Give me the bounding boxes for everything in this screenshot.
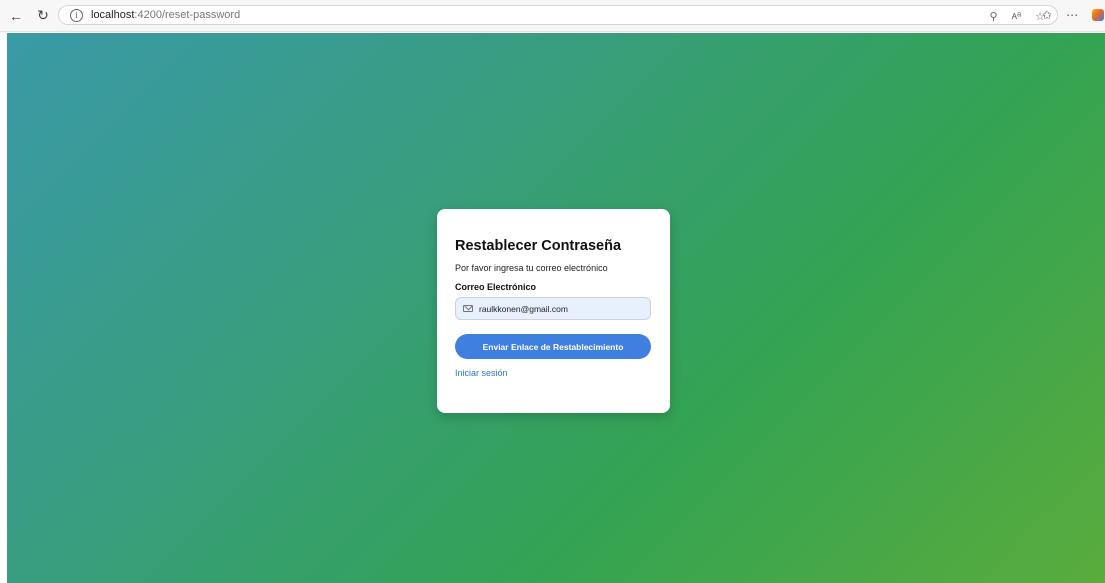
url-path: :4200/reset-password <box>134 9 241 21</box>
email-field[interactable]: raulkkonen@gmail.com <box>455 297 651 320</box>
site-info-icon[interactable]: i <box>70 8 83 22</box>
reset-password-card: Restablecer Contraseña Por favor ingresa… <box>437 209 670 413</box>
url-host: localhost <box>91 9 135 21</box>
email-value: raulkkonen@gmail.com <box>479 303 568 314</box>
page-background: Restablecer Contraseña Por favor ingresa… <box>7 33 1105 583</box>
search-icon[interactable]: ⚲ <box>990 10 998 23</box>
toolbar-icons: ✩ ⋯ <box>1042 5 1105 25</box>
page-title: Restablecer Contraseña <box>455 238 622 254</box>
more-options-icon[interactable]: ⋯ <box>1066 8 1078 22</box>
read-aloud-icon[interactable]: ᴀᵃ <box>1012 10 1022 22</box>
send-reset-link-button[interactable]: Enviar Enlace de Restablecimiento <box>455 334 651 359</box>
back-arrow-icon[interactable]: ← <box>5 5 27 27</box>
address-bar-icons: ⚲ ᴀᵃ ☆ <box>990 6 1046 26</box>
address-bar[interactable]: i localhost:4200/reset-password ⚲ ᴀᵃ ☆ <box>58 5 1058 25</box>
reload-icon[interactable]: ↻ <box>32 5 54 27</box>
mail-icon <box>463 305 473 312</box>
browser-toolbar: ← ↻ i localhost:4200/reset-password ⚲ ᴀᵃ… <box>0 0 1105 32</box>
favorites-icon[interactable]: ✩ <box>1042 8 1052 22</box>
email-label: Correo Electrónico <box>455 282 537 292</box>
instruction-text: Por favor ingresa tu correo electrónico <box>455 263 608 273</box>
copilot-icon[interactable] <box>1092 9 1105 21</box>
login-link[interactable]: Iniciar sesión <box>455 368 652 378</box>
